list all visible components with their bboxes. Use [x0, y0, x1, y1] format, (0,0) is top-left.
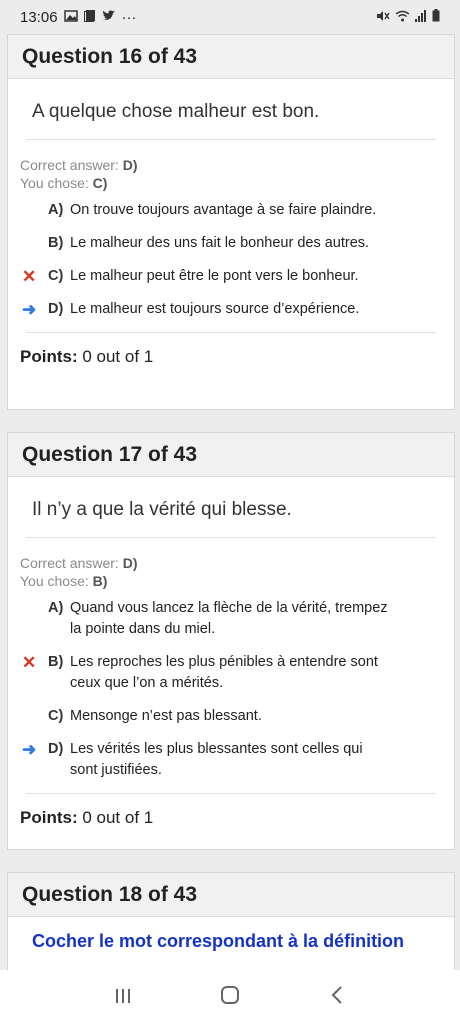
- you-chose-label: You chose:: [20, 573, 89, 589]
- points: Points: 0 out of 1: [8, 333, 454, 383]
- points-value: 0 out of 1: [82, 347, 154, 366]
- answer-letter: B): [48, 654, 64, 670]
- correct-answer-label: Correct answer:: [20, 555, 119, 571]
- question-text: A quelque chose malheur est bon.: [32, 101, 320, 122]
- answer-text: Le malheur peut être le pont vers le bon…: [70, 268, 359, 284]
- answer-text: Mensonge n’est pas blessant.: [70, 708, 262, 724]
- question-title: Question 16 of 43: [8, 35, 454, 79]
- recent-apps-icon[interactable]: [103, 984, 143, 1010]
- you-chose-value: C): [92, 175, 108, 191]
- correct-answer-value: D): [122, 555, 138, 571]
- answer-letter: B): [48, 235, 64, 251]
- answer-option: ✕ B) Les reproches les plus pénibles à e…: [22, 652, 440, 694]
- answer-summary: Correct answer: D) You chose: C): [8, 140, 454, 192]
- points-label: Points:: [20, 347, 78, 366]
- answer-text: Quand vous lancez la flèche de la vérité…: [70, 600, 388, 637]
- correct-answer-value: D): [122, 157, 138, 173]
- answer-letter: D): [48, 301, 64, 317]
- system-navigation-bar: [0, 970, 460, 1024]
- more-notifications-icon: ···: [121, 8, 137, 26]
- answer-text: On trouve toujours avantage à se faire p…: [70, 202, 377, 218]
- answer-option: A) Quand vous lancez la flèche de la vér…: [22, 598, 440, 640]
- answer-text: Le malheur des uns fait le bonheur des a…: [70, 235, 370, 251]
- document-icon: [83, 9, 96, 26]
- answer-option: ✕ C) Le malheur peut être le pont vers l…: [22, 266, 440, 287]
- correct-answer-label: Correct answer:: [20, 157, 119, 173]
- answer-option: A) On trouve toujours avantage à se fair…: [22, 200, 440, 221]
- status-time: 13:06: [20, 8, 58, 26]
- answer-summary: Correct answer: D) You chose: B): [8, 538, 454, 590]
- question-text: Il n’y a que la vérité qui blesse.: [32, 499, 292, 520]
- correct-answer-arrow-icon: ➜: [22, 300, 37, 319]
- points: Points: 0 out of 1: [8, 794, 454, 844]
- answer-option: ➜ D) Le malheur est toujours source d’ex…: [22, 299, 440, 320]
- home-icon[interactable]: [210, 984, 250, 1010]
- question-title: Question 18 of 43: [8, 873, 454, 917]
- you-chose-value: B): [92, 573, 108, 589]
- points-value: 0 out of 1: [82, 808, 154, 827]
- question-instruction: Cocher le mot correspondant à la définit…: [32, 931, 405, 951]
- back-icon[interactable]: [317, 984, 357, 1010]
- answer-option: B) Le malheur des uns fait le bonheur de…: [22, 233, 440, 254]
- wrong-answer-icon: ✕: [22, 653, 37, 672]
- question-card: Question 16 of 43 A quelque chose malheu…: [7, 34, 455, 410]
- answer-letter: A): [48, 202, 64, 218]
- correct-answer-arrow-icon: ➜: [22, 740, 37, 759]
- mute-icon: [376, 10, 390, 25]
- answer-list: A) Quand vous lancez la flèche de la vér…: [8, 590, 454, 781]
- gallery-icon: [63, 9, 78, 26]
- answer-list: A) On trouve toujours avantage à se fair…: [8, 192, 454, 320]
- wifi-icon: [395, 10, 410, 25]
- answer-option: ➜ D) Les vérités les plus blessantes son…: [22, 739, 440, 781]
- answer-letter: C): [48, 708, 64, 724]
- status-bar: 13:06 ···: [0, 0, 460, 34]
- results-scroll-area[interactable]: Question 16 of 43 A quelque chose malheu…: [0, 34, 460, 970]
- answer-text: Le malheur est toujours source d’expérie…: [70, 301, 360, 317]
- answer-letter: D): [48, 741, 64, 757]
- battery-icon: [432, 9, 440, 25]
- wrong-answer-icon: ✕: [22, 267, 37, 286]
- you-chose-label: You chose:: [20, 175, 89, 191]
- answer-letter: C): [48, 268, 64, 284]
- answer-letter: A): [48, 600, 64, 616]
- twitter-icon: [102, 9, 116, 26]
- answer-text: Les vérités les plus blessantes sont cel…: [70, 741, 363, 778]
- signal-icon: [415, 9, 427, 25]
- question-card: Question 17 of 43 Il n’y a que la vérité…: [7, 432, 455, 850]
- points-label: Points:: [20, 808, 78, 827]
- question-card: Question 18 of 43 Cocher le mot correspo…: [7, 872, 455, 970]
- answer-text: Les reproches les plus pénibles à entend…: [70, 654, 378, 691]
- question-title: Question 17 of 43: [8, 433, 454, 477]
- answer-option: C) Mensonge n’est pas blessant.: [22, 706, 440, 727]
